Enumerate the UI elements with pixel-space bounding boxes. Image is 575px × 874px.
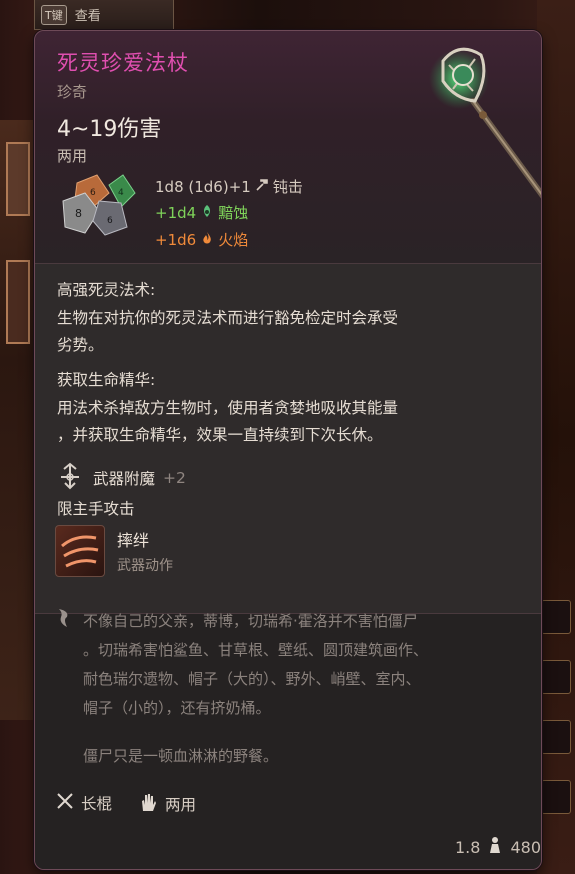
passive-title: 高强死灵法术: <box>57 281 156 299</box>
passive-text: ，并获取生命精华，效果一直持续到下次长休。 <box>57 426 383 444</box>
action-name: 摔绊 <box>117 531 150 550</box>
property-quarterstaff: 长棍 <box>55 791 112 815</box>
damage-line-necrotic: +1d4 黯蚀 <box>155 202 248 223</box>
lore-line: 僵尸只是一顿血淋淋的野餐。 <box>83 747 279 765</box>
item-footer: 1.8 480 <box>455 836 541 858</box>
main-hand-restriction: 限主手攻击 <box>57 500 135 518</box>
damage-type: 钝击 <box>272 178 303 196</box>
item-tooltip: 死灵珍爱法杖 珍奇 4~19伤害 两用 6 4 8 6 1d8 (1d6)+1 … <box>34 30 542 870</box>
passive-title: 获取生命精华: <box>57 371 156 389</box>
hotbar-slot[interactable] <box>541 780 571 814</box>
svg-text:8: 8 <box>75 207 82 220</box>
examine-label: 查看 <box>74 9 101 24</box>
damage-type: 黯蚀 <box>218 204 249 222</box>
necrotic-icon <box>200 204 214 222</box>
hammer-icon <box>255 178 269 196</box>
hotbar-slot[interactable] <box>541 720 571 754</box>
staff-image <box>429 47 541 199</box>
lore-line: 耐色瑞尔遗物、帽子（大的）、野外、峭壁、室内、 <box>83 670 421 688</box>
topple-action-icon[interactable] <box>55 525 105 577</box>
grip-type: 两用 <box>57 147 88 165</box>
window-pane <box>6 260 30 344</box>
passive-text: 用法术杀掉敌方生物时，使用者贪婪地吸收其能量 <box>57 399 399 417</box>
item-name: 死灵珍爱法杖 <box>57 51 189 75</box>
weight-value: 1.8 <box>455 837 481 857</box>
window-pane <box>6 142 30 216</box>
hotbar-slot[interactable] <box>541 600 571 634</box>
damage-type: 火焰 <box>218 231 249 249</box>
item-rarity: 珍奇 <box>57 83 88 101</box>
examine-hint[interactable]: T键 查看 <box>34 0 174 30</box>
weight-icon <box>488 836 502 858</box>
enchant-value: +2 <box>163 469 186 487</box>
quarterstaff-icon <box>55 791 75 815</box>
lore-quill-icon <box>59 609 68 627</box>
property-label: 长棍 <box>81 795 113 813</box>
right-hotbar-strip <box>537 0 575 874</box>
enchant-sword-icon <box>55 461 85 495</box>
weapon-enchantment: 武器附魔 +2 <box>55 461 186 495</box>
key-hint: T键 <box>41 4 67 25</box>
damage-dice: 1d8 (1d6)+1 <box>155 177 251 196</box>
lore-line: 。切瑞希害怕鲨鱼、甘草根、壁纸、圆顶建筑画作、 <box>83 641 429 659</box>
dice-icon: 6 4 8 6 <box>62 174 136 236</box>
damage-range: 4~19伤害 <box>57 117 162 142</box>
property-label: 两用 <box>165 796 197 814</box>
damage-line-bludgeoning: 1d8 (1d6)+1 钝击 <box>155 176 303 197</box>
versatile-hand-icon <box>137 791 159 817</box>
hotbar-slot[interactable] <box>541 660 571 694</box>
damage-dice: +1d4 <box>155 203 197 222</box>
divider <box>35 263 541 264</box>
property-versatile: 两用 <box>137 791 196 817</box>
damage-dice: +1d6 <box>155 230 197 249</box>
svg-text:4: 4 <box>118 188 124 198</box>
fire-icon <box>200 231 214 249</box>
svg-text:6: 6 <box>90 188 96 198</box>
lore-line: 不像自己的父亲，蒂博，切瑞希·霍洛并不害怕僵尸 <box>83 612 418 630</box>
price-value: 480 <box>510 837 541 857</box>
action-type: 武器动作 <box>117 558 173 574</box>
damage-line-fire: +1d6 火焰 <box>155 229 248 250</box>
svg-text:6: 6 <box>107 216 113 226</box>
left-background-window <box>0 120 34 720</box>
passive-text: 生物在对抗你的死灵法术而进行豁免检定时会承受 <box>57 309 399 327</box>
lore-line: 帽子（小的），还有挤奶桶。 <box>83 699 271 717</box>
passive-text: 劣势。 <box>57 336 104 354</box>
enchant-label: 武器附魔 <box>93 470 156 488</box>
